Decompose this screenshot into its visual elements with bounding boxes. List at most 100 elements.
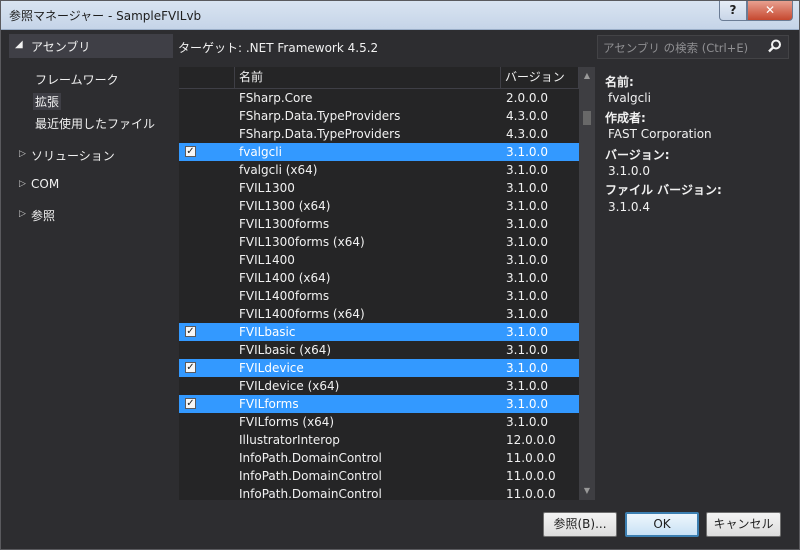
assembly-name: FSharp.Data.TypeProviders xyxy=(239,127,401,141)
search-icon[interactable] xyxy=(768,39,782,53)
assembly-version: 11.0.0.0 xyxy=(506,451,556,465)
assembly-version: 3.1.0.0 xyxy=(506,181,548,195)
nav-com-label: COM xyxy=(31,177,60,191)
assembly-name: FVIL1300 (x64) xyxy=(239,199,331,213)
assemblies-category[interactable]: ◢ アセンブリ xyxy=(9,34,173,58)
assembly-version: 11.0.0.0 xyxy=(506,469,556,483)
cancel-button[interactable]: キャンセル xyxy=(706,512,781,537)
nav-recent[interactable]: 最近使用したファイル xyxy=(35,115,155,132)
assembly-version: 3.1.0.0 xyxy=(506,379,548,393)
assembly-row[interactable]: FSharp.Core 2.0.0.0 xyxy=(179,89,579,107)
assembly-version: 3.1.0.0 xyxy=(506,397,548,411)
checkbox-checked-icon[interactable]: ✓ xyxy=(185,146,196,157)
reference-manager-dialog: 参照マネージャー - SampleFVILvb ? ✕ ◢ アセンブリ フレーム… xyxy=(0,0,800,550)
scroll-down-icon[interactable]: ▼ xyxy=(582,486,592,496)
title-bar[interactable]: 参照マネージャー - SampleFVILvb ? ✕ xyxy=(1,1,799,30)
assembly-row[interactable]: fvalgcli (x64) 3.1.0.0 xyxy=(179,161,579,179)
assembly-row[interactable]: InfoPath.DomainControl 11.0.0.0 xyxy=(179,467,579,485)
assembly-details-panel: 名前: fvalgcli 作成者: FAST Corporation バージョン… xyxy=(599,67,791,500)
collapsed-triangle-icon: ▷ xyxy=(19,209,26,219)
assemblies-category-label: アセンブリ xyxy=(31,40,91,54)
checkbox-checked-icon[interactable]: ✓ xyxy=(185,398,196,409)
assembly-row[interactable]: FVIL1300forms 3.1.0.0 xyxy=(179,215,579,233)
detail-author-value: FAST Corporation xyxy=(608,127,712,141)
assembly-version: 12.0.0.0 xyxy=(506,433,556,447)
assembly-name: InfoPath.DomainControl xyxy=(239,469,382,483)
close-button[interactable]: ✕ xyxy=(747,1,793,21)
name-column-header[interactable]: 名前 xyxy=(235,67,501,88)
assembly-list[interactable]: 名前 バージョン FSharp.Core 2.0.0.0 FSharp.Data.T… xyxy=(179,67,595,500)
assembly-name: fvalgcli (x64) xyxy=(239,163,318,177)
assembly-name: FVIL1400forms xyxy=(239,289,330,303)
assembly-row[interactable]: FVIL1400 (x64) 3.1.0.0 xyxy=(179,269,579,287)
assembly-name: FVILbasic (x64) xyxy=(239,343,332,357)
checkbox-column-header xyxy=(179,67,235,88)
assembly-name: FVIL1300 xyxy=(239,181,295,195)
assembly-row[interactable]: FVIL1300 3.1.0.0 xyxy=(179,179,579,197)
nav-framework[interactable]: フレームワーク xyxy=(35,71,119,88)
assembly-name: FVIL1400 xyxy=(239,253,295,267)
nav-browse[interactable]: ▷ 参照 xyxy=(19,207,169,223)
checkbox-checked-icon[interactable]: ✓ xyxy=(185,326,196,337)
detail-file-version-label: ファイル バージョン: xyxy=(605,183,722,197)
scroll-up-icon[interactable]: ▲ xyxy=(582,71,592,81)
assembly-name: FVIL1300forms xyxy=(239,217,330,231)
assembly-row[interactable]: FSharp.Data.TypeProviders 4.3.0.0 xyxy=(179,125,579,143)
assembly-version: 3.1.0.0 xyxy=(506,415,548,429)
assembly-version: 4.3.0.0 xyxy=(506,127,548,141)
checkbox-checked-icon[interactable]: ✓ xyxy=(185,362,196,373)
assembly-version: 2.0.0.0 xyxy=(506,91,548,105)
scroll-thumb[interactable] xyxy=(583,111,591,125)
assembly-row[interactable]: FVIL1300forms (x64) 3.1.0.0 xyxy=(179,233,579,251)
nav-extensions[interactable]: 拡張 xyxy=(33,93,62,110)
help-button[interactable]: ? xyxy=(719,1,747,21)
assembly-row[interactable]: FVIL1300 (x64) 3.1.0.0 xyxy=(179,197,579,215)
detail-version-value: 3.1.0.0 xyxy=(608,164,650,178)
nav-solution[interactable]: ▷ ソリューション xyxy=(19,147,169,163)
window-title: 参照マネージャー - SampleFVILvb xyxy=(9,9,202,23)
assembly-name: FSharp.Core xyxy=(239,91,313,105)
ok-button[interactable]: OK xyxy=(625,512,699,537)
assembly-row[interactable]: FVIL1400forms 3.1.0.0 xyxy=(179,287,579,305)
assembly-name: FVILforms xyxy=(239,397,299,411)
assembly-version: 3.1.0.0 xyxy=(506,199,548,213)
assembly-name: IllustratorInterop xyxy=(239,433,340,447)
assembly-version: 3.1.0.0 xyxy=(506,361,548,375)
assembly-version: 3.1.0.0 xyxy=(506,217,548,231)
assembly-row[interactable]: FSharp.Data.TypeProviders 4.3.0.0 xyxy=(179,107,579,125)
assembly-name: FVILdevice (x64) xyxy=(239,379,340,393)
assembly-row[interactable]: FVIL1400 3.1.0.0 xyxy=(179,251,579,269)
assembly-name: FVILdevice xyxy=(239,361,304,375)
list-scrollbar[interactable]: ▲ ▼ xyxy=(579,67,595,500)
detail-file-version-value: 3.1.0.4 xyxy=(608,200,650,214)
assembly-row[interactable]: ✓ fvalgcli 3.1.0.0 xyxy=(179,143,579,161)
assembly-version: 3.1.0.0 xyxy=(506,325,548,339)
assembly-row[interactable]: FVILbasic (x64) 3.1.0.0 xyxy=(179,341,579,359)
browse-button[interactable]: 参照(B)... xyxy=(543,512,617,537)
detail-version-label: バージョン: xyxy=(605,148,670,162)
version-column-header[interactable]: バージョン xyxy=(501,67,579,88)
assembly-row[interactable]: IllustratorInterop 12.0.0.0 xyxy=(179,431,579,449)
assembly-row[interactable]: FVILdevice (x64) 3.1.0.0 xyxy=(179,377,579,395)
assembly-version: 3.1.0.0 xyxy=(506,307,548,321)
collapsed-triangle-icon: ▷ xyxy=(19,179,26,189)
nav-com[interactable]: ▷ COM xyxy=(19,177,169,193)
assembly-version: 4.3.0.0 xyxy=(506,109,548,123)
assembly-version: 3.1.0.0 xyxy=(506,253,548,267)
assembly-version: 3.1.0.0 xyxy=(506,235,548,249)
assembly-version: 11.0.0.0 xyxy=(506,487,556,500)
assembly-name: FVIL1300forms (x64) xyxy=(239,235,365,249)
assembly-row[interactable]: FVIL1400forms (x64) 3.1.0.0 xyxy=(179,305,579,323)
assembly-name: FVILforms (x64) xyxy=(239,415,335,429)
detail-author-label: 作成者: xyxy=(605,111,646,125)
assembly-row[interactable]: ✓ FVILbasic 3.1.0.0 xyxy=(179,323,579,341)
assembly-row[interactable]: InfoPath.DomainControl 11.0.0.0 xyxy=(179,485,579,500)
assembly-row[interactable]: ✓ FVILdevice 3.1.0.0 xyxy=(179,359,579,377)
assembly-row[interactable]: InfoPath.DomainControl 11.0.0.0 xyxy=(179,449,579,467)
assembly-row[interactable]: ✓ FVILforms 3.1.0.0 xyxy=(179,395,579,413)
assembly-name: FVILbasic xyxy=(239,325,296,339)
assembly-row[interactable]: FVILforms (x64) 3.1.0.0 xyxy=(179,413,579,431)
detail-name-label: 名前: xyxy=(605,75,634,89)
search-input[interactable]: アセンブリ の検索 (Ctrl+E) xyxy=(597,35,789,59)
nav-browse-label: 参照 xyxy=(31,209,56,223)
